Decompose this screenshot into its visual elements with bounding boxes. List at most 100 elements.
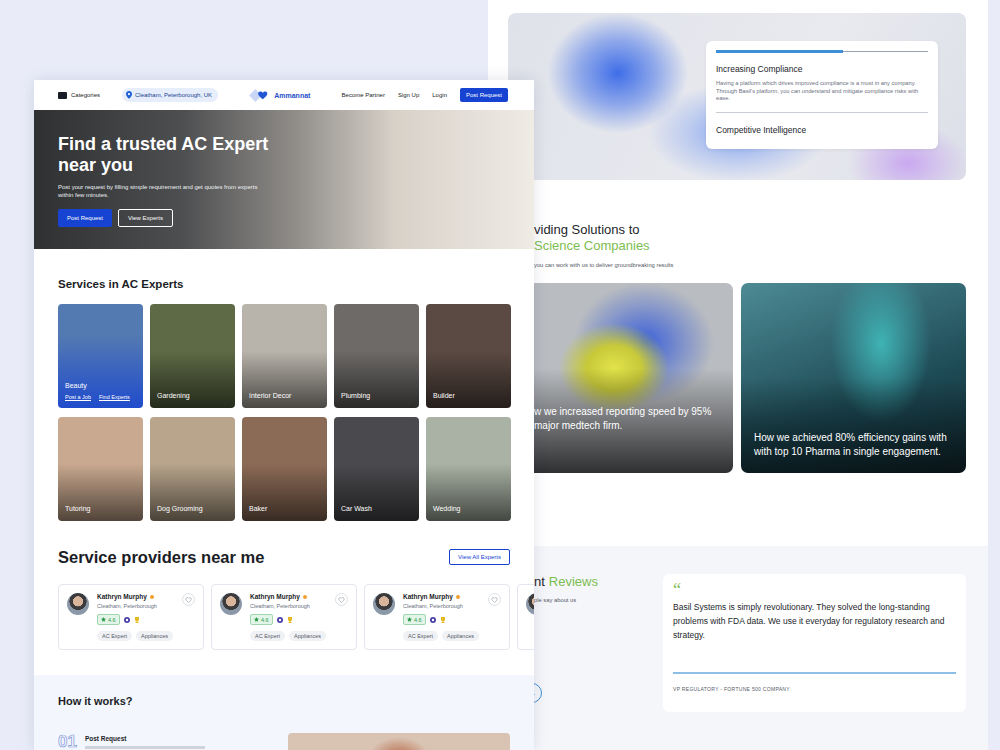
solutions-section: viding Solutions toScience Companiesyou … [488,222,988,473]
provider-info: Kathryn MurphyCleatham, Peterborough4.6A… [250,593,335,641]
heart-icon [338,597,345,603]
provider-card[interactable]: Kathryn MurphyCleatham, Peterborough4.6A… [58,584,204,650]
logo-icon [249,89,271,102]
services-section: Services in AC Experts Beauty Post a Job Fi… [34,277,534,650]
provider-top: Kathryn MurphyCleatham, Peterborough4.6A… [220,593,348,641]
rating-value: 4.6 [414,617,422,623]
favorite-button[interactable] [488,593,501,606]
provider-name-row: Kathryn Murphy [250,593,335,601]
solutions-title: viding Solutions to [534,222,966,238]
providers-header: Service providers near me View All Expert… [58,547,510,567]
provider-top: Kathryn Murphy Cleatham, Peterborough 4.6 A… [373,593,501,641]
provider-top: Kathryn MurphyCleatham, Peterborough4.6A… [67,593,195,641]
feature-next[interactable]: Competitive Intelligence [716,125,928,136]
service-label: Interior Decor [249,391,320,400]
back-page: Increasing ComplianceHaving a platform w… [488,0,988,750]
service-tile[interactable]: Interior Decor [242,304,327,408]
service-tile[interactable]: Beauty Post a Job Find Experts [58,304,143,408]
nav-link[interactable]: Sign Up [398,92,419,98]
pin-icon [126,91,132,99]
service-label: Beauty [65,381,136,390]
provider-tag: AC Expert [97,631,132,641]
case-study-text: major medtech firm. [534,419,725,433]
how-it-works-title: How it works? [58,694,510,708]
hero-image: Increasing ComplianceHaving a platform w… [508,13,966,180]
hero-banner: Find a trusted AC Expert near youPost yo… [34,110,534,249]
categories-label: Categories [71,92,100,98]
service-link[interactable]: Post a Job [65,394,91,400]
hero-button[interactable]: View Experts [118,209,173,227]
solutions-subtitle: you can work with us to deliver groundbr… [534,261,966,269]
provider-name: Kathryn Murphy [403,593,453,601]
hero-subtitle: Post your request by filling simple requ… [58,183,263,199]
progress-fill [716,50,843,53]
case-study-text: with top 10 Pharma in single engagement. [754,445,954,459]
service-tile[interactable]: Dog Grooming [150,417,235,521]
provider-tags: AC Expert Appliances [97,631,182,641]
post-request-button[interactable]: Post Request [460,88,508,102]
categories-button[interactable]: Categories [58,92,100,99]
favorite-button[interactable] [335,593,348,606]
star-icon [254,617,259,622]
provider-badges: 4.6 [97,614,182,625]
progress-track [716,51,928,52]
location-pill[interactable]: Cleatham, Peterborough, UK [122,88,218,102]
award-icon [430,617,436,623]
step-image [288,733,510,750]
nav-left: Categories Cleatham, Peterborough, UK [58,88,218,102]
case-study-card[interactable]: w we increased reporting speed by 95%maj… [534,283,733,473]
provider-tags: AC ExpertAppliances [250,631,335,641]
favorite-button[interactable] [182,593,195,606]
case-study-text: w we increased reporting speed by 95% [534,405,725,419]
provider-location: Cleatham, Peterborough [97,603,182,610]
service-tile[interactable]: Baker [242,417,327,521]
service-links: Post a Job Find Experts [65,394,136,400]
trophy-icon [134,617,140,623]
service-link[interactable]: Find Experts [99,394,130,400]
service-label: Car Wash [341,504,412,513]
service-tile[interactable]: Wedding [426,417,511,521]
step: 01Post Request [58,733,288,750]
services-grid: Beauty Post a Job Find Experts Gardening Int… [58,304,510,521]
review-author: VP REGULATORY - FORTUNE 500 COMPANY [673,686,956,692]
trophy-icon [440,617,446,623]
providers-title: Service providers near me [58,547,264,567]
nav-link[interactable]: Become Partner [342,92,385,98]
nav-link[interactable]: Login [432,92,447,98]
service-label: Wedding [433,504,504,513]
provider-tag: Appliances [289,631,326,641]
verified-badge [456,595,460,599]
provider-name-row: Kathryn Murphy [403,593,488,601]
trophy-icon [287,617,293,623]
provider-tags: AC ExpertAppliances [403,631,488,641]
service-tile[interactable]: Car Wash [334,417,419,521]
reviews-heading-accent: Reviews [549,574,598,589]
provider-location: Cleatham, Peterborough [403,603,488,610]
providers-row: Kathryn Murphy Cleatham, Peterborough 4.6 A… [58,584,534,650]
service-tile[interactable]: Tutoring [58,417,143,521]
logo-text: Ammannat [274,92,310,99]
view-all-button[interactable]: View All Experts [449,549,510,565]
avatar [67,593,89,615]
services-title: Services in AC Experts [58,277,510,291]
service-tile[interactable]: Gardening [150,304,235,408]
service-tile[interactable]: Plumbing [334,304,419,408]
avatar [373,593,395,615]
review-quote: Basil Systems is simply revolutionary. T… [673,600,956,642]
hero-button[interactable]: Post Request [58,209,112,227]
provider-tag: AC Expert [403,631,438,641]
provider-card-partial[interactable] [517,584,534,650]
reviews-intro: ntReviewsple say about us→ [534,574,651,750]
provider-tag: Appliances [136,631,173,641]
avatar [220,593,242,615]
heart-icon [185,597,192,603]
provider-card[interactable]: Kathryn MurphyCleatham, Peterborough4.6A… [211,584,357,650]
logo[interactable]: Ammannat [249,89,310,102]
top-nav: Categories Cleatham, Peterborough, UK Amma… [34,80,534,110]
provider-info: Kathryn MurphyCleatham, Peterborough4.6A… [97,593,182,641]
case-study-text: How we achieved 80% efficiency gains wit… [754,431,954,445]
service-tile[interactable]: Builder [426,304,511,408]
reviews-heading: ntReviews [534,574,651,590]
provider-card[interactable]: Kathryn Murphy Cleatham, Peterborough 4.6 A… [364,584,510,650]
case-study-card[interactable]: How we achieved 80% efficiency gains wit… [741,283,966,473]
